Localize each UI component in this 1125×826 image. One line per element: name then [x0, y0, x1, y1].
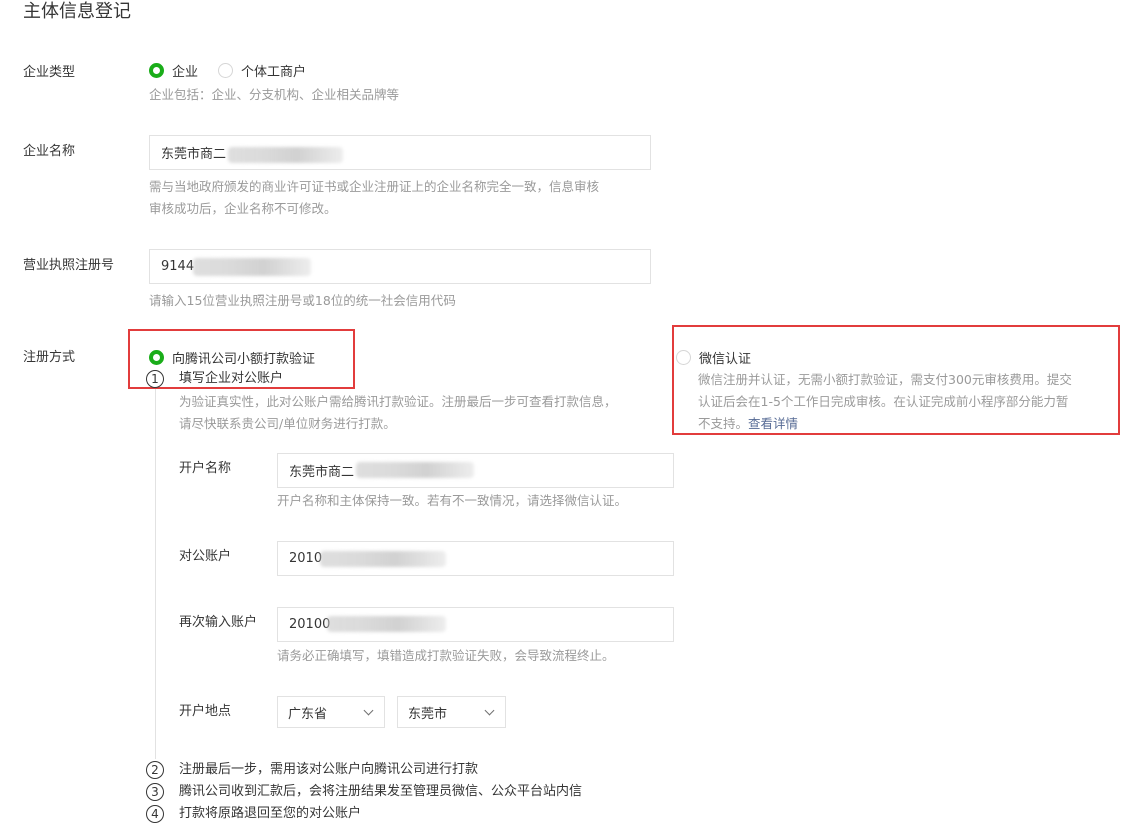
wechat-desc-line-3: 不支持。查看详情	[698, 413, 1116, 435]
city-value: 东莞市	[408, 706, 448, 722]
radio-individual-label: 个体工商户	[241, 65, 307, 80]
page: 主体信息登记 企业类型 企业 个体工商户 企业包括：企业、分支机构、企业相关品牌…	[0, 0, 1125, 826]
account-no-confirm-value: 20100	[289, 617, 331, 632]
province-select[interactable]: 广东省	[277, 696, 385, 728]
redaction-blur	[356, 462, 474, 478]
radio-checked-icon	[149, 63, 164, 78]
wechat-desc-line-3-text: 不支持。	[698, 416, 749, 431]
step-2-number: 2	[146, 761, 164, 779]
radio-checked-icon	[149, 350, 164, 365]
steps-connector-line	[155, 389, 156, 759]
radio-wechat-auth-label: 微信认证	[699, 352, 752, 367]
radio-unchecked-icon	[218, 63, 233, 78]
account-name-input[interactable]: 东莞市商二	[277, 453, 674, 488]
step-2-text: 注册最后一步，需用该对公账户向腾讯公司进行打款	[179, 762, 479, 777]
radio-bank-transfer-label: 向腾讯公司小额打款验证	[172, 352, 316, 367]
account-no-confirm-label: 再次输入账户	[179, 615, 258, 630]
province-value: 广东省	[288, 706, 328, 722]
view-details-link[interactable]: 查看详情	[748, 416, 798, 431]
step-3-number: 3	[146, 783, 164, 801]
radio-individual[interactable]: 个体工商户	[218, 61, 306, 80]
step-1-hint-1: 为验证真实性，此对公账户需给腾讯打款验证。注册最后一步可查看打款信息，	[179, 394, 617, 409]
step-1-number: 1	[146, 370, 164, 388]
company-type-hint: 企业包括：企业、分支机构、企业相关品牌等	[149, 87, 400, 102]
account-no-value: 2010	[289, 551, 323, 566]
chevron-down-icon	[484, 705, 495, 716]
radio-unchecked-icon	[676, 350, 691, 365]
company-name-hint-2: 审核成功后，企业名称不可修改。	[149, 201, 337, 216]
wechat-desc-line-1: 微信注册并认证，无需小额打款验证，需支付300元审核费用。提交	[698, 372, 1072, 387]
account-name-value: 东莞市商二	[289, 465, 355, 480]
company-name-input[interactable]: 东莞市商二	[149, 135, 651, 170]
redaction-blur	[327, 616, 446, 632]
radio-company[interactable]: 企业	[149, 61, 198, 80]
register-method-label: 注册方式	[23, 350, 76, 365]
redaction-blur	[320, 551, 446, 567]
license-label: 营业执照注册号	[23, 258, 115, 273]
account-name-hint: 开户名称和主体保持一致。若有不一致情况，请选择微信认证。	[277, 493, 628, 508]
step-1-title: 填写企业对公账户	[179, 371, 284, 386]
radio-company-label: 企业	[172, 65, 199, 80]
radio-bank-transfer[interactable]: 向腾讯公司小额打款验证	[149, 348, 315, 367]
account-no-confirm-hint: 请务必正确填写，填错造成打款验证失败，会导致流程终止。	[277, 648, 615, 663]
wechat-auth-description: 微信注册并认证，无需小额打款验证，需支付300元审核费用。提交 认证后会在1-5…	[698, 369, 1116, 435]
redaction-blur	[228, 147, 343, 163]
radio-wechat-auth[interactable]: 微信认证	[676, 348, 751, 367]
chevron-down-icon	[363, 705, 374, 716]
company-name-hint-1: 需与当地政府颁发的商业许可证书或企业注册证上的企业名称完全一致，信息审核	[149, 179, 600, 194]
account-no-label: 对公账户	[179, 549, 232, 564]
city-select[interactable]: 东莞市	[397, 696, 506, 728]
wechat-desc-line-2: 认证后会在1-5个工作日完成审核。在认证完成前小程序部分能力暂	[698, 394, 1069, 409]
redaction-blur	[193, 258, 311, 276]
company-type-label: 企业类型	[23, 65, 76, 80]
step-1-hint-2: 请尽快联系贵公司/单位财务进行打款。	[179, 416, 396, 431]
license-hint: 请输入15位营业执照注册号或18位的统一社会信用代码	[149, 293, 456, 308]
page-title: 主体信息登记	[23, 1, 131, 22]
license-value: 9144	[161, 259, 195, 274]
step-4-number: 4	[146, 805, 164, 823]
step-4-text: 打款将原路退回至您的对公账户	[179, 806, 362, 821]
company-name-label: 企业名称	[23, 144, 76, 159]
step-3-text: 腾讯公司收到汇款后，会将注册结果发至管理员微信、公众平台站内信	[179, 784, 583, 799]
account-name-label: 开户名称	[179, 461, 232, 476]
company-name-value: 东莞市商二	[161, 147, 227, 162]
location-label: 开户地点	[179, 704, 232, 719]
